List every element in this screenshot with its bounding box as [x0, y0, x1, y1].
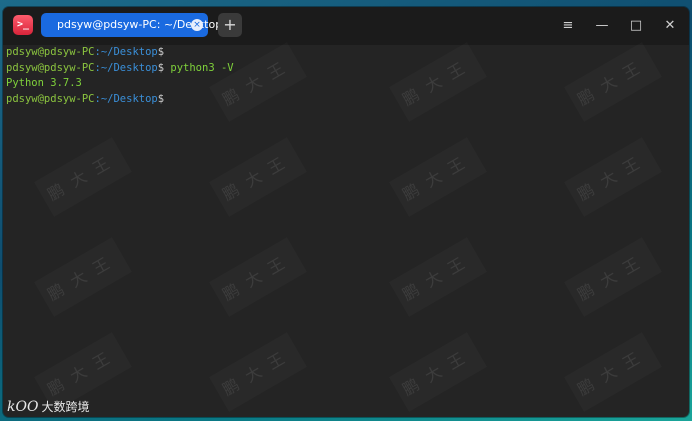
prompt-user: pdsyw@pdsyw-PC	[6, 61, 95, 74]
prompt-user: pdsyw@pdsyw-PC	[6, 92, 95, 105]
tab-close-icon[interactable]: ×	[191, 19, 203, 31]
command-output: Python 3.7.3	[6, 77, 82, 89]
prompt-symbol: $	[157, 46, 165, 58]
logo-text: 大数跨境	[41, 400, 90, 414]
menu-icon[interactable]: ≡	[557, 15, 579, 37]
command-text: python3 -V	[164, 61, 234, 74]
terminal-app-icon: >_	[13, 15, 33, 35]
maximize-icon[interactable]: □	[625, 15, 647, 37]
prompt-user: pdsyw@pdsyw-PC	[6, 46, 95, 58]
prompt-symbol: $	[157, 92, 165, 105]
prompt-path: :~/Desktop	[94, 61, 158, 74]
branding-logo: kOO 大数跨境	[7, 398, 89, 415]
close-icon[interactable]: ✕	[659, 15, 681, 37]
tab-terminal[interactable]: pdsyw@pdsyw-PC: ~/Desktop ×	[41, 13, 222, 37]
terminal-window: >_ pdsyw@pdsyw-PC: ~/Desktop × + ≡ — □ ✕…	[3, 7, 689, 417]
terminal-line: pdsyw@pdsyw-PC:~/Desktop$	[6, 45, 689, 61]
prompt-path: :~/Desktop	[94, 46, 158, 58]
logo-mark: kOO	[7, 399, 39, 415]
prompt-path: :~/Desktop	[94, 92, 158, 105]
minimize-icon[interactable]: —	[591, 15, 613, 37]
title-bar: >_ pdsyw@pdsyw-PC: ~/Desktop × + ≡ — □ ✕	[3, 7, 689, 45]
new-tab-button[interactable]: +	[218, 13, 242, 37]
